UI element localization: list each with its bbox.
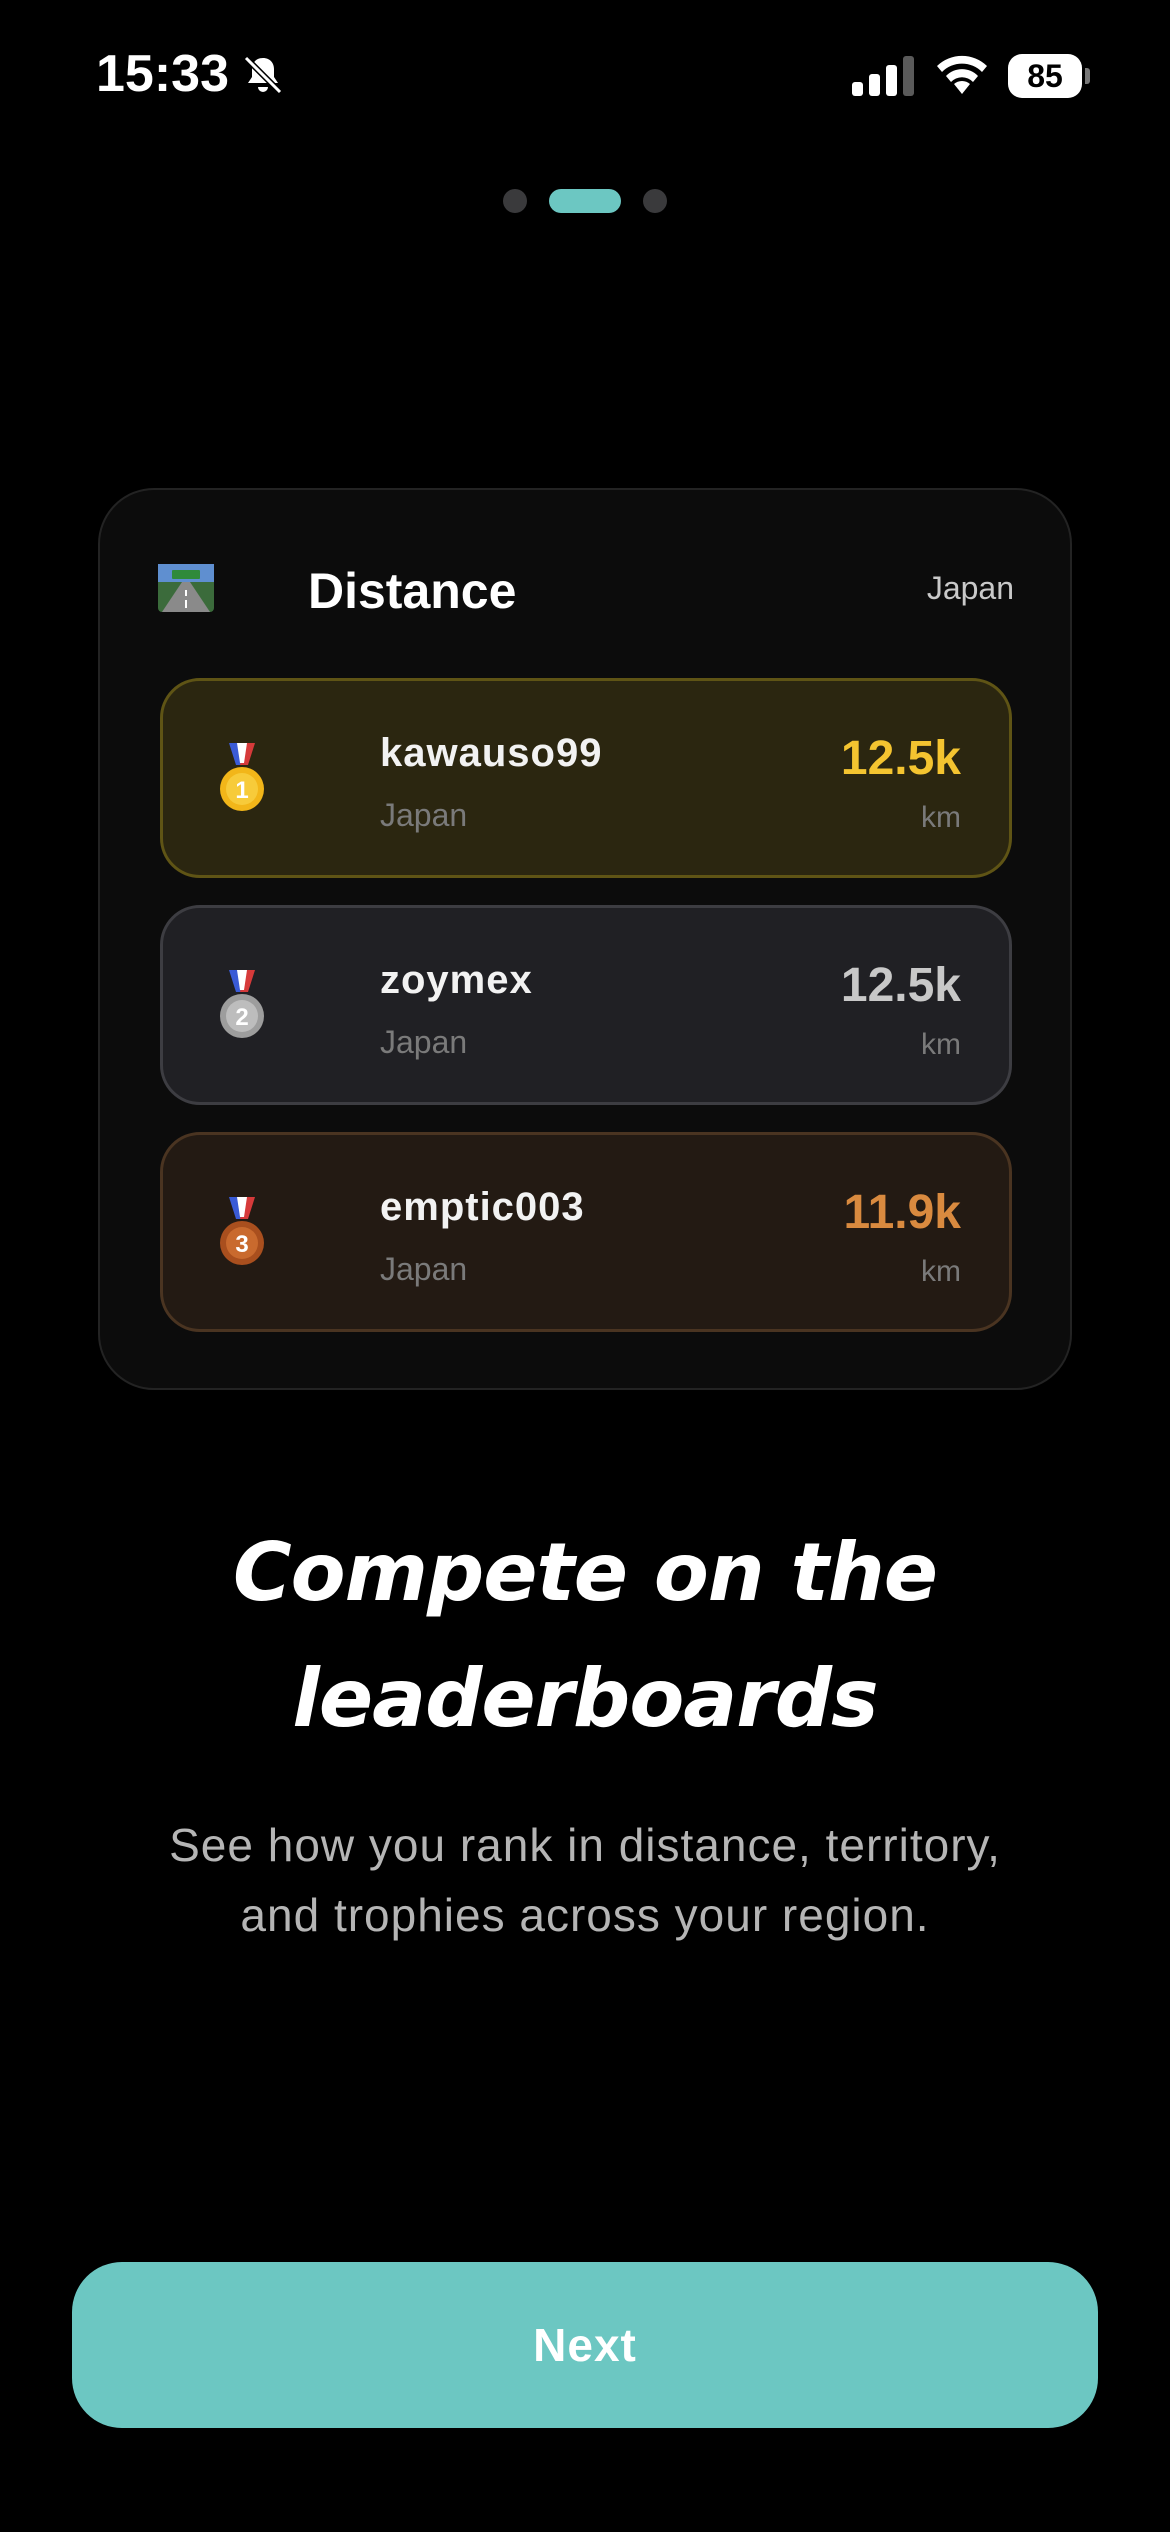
distance-unit: km <box>921 1255 961 1288</box>
page-indicator <box>0 188 1170 214</box>
page-dot-1[interactable] <box>503 189 527 213</box>
battery-tip <box>1085 68 1090 84</box>
runner-name: zoymex <box>380 958 533 1002</box>
subtitle-line-2: and trophies across your region. <box>240 1889 930 1941</box>
medal-rank-label: 1 <box>235 777 248 804</box>
bronze-medal-icon: 3 <box>220 1197 264 1265</box>
runner-region: Japan <box>380 1024 468 1060</box>
headline-line-2: leaderboards <box>292 1652 878 1745</box>
motorway-icon <box>158 564 214 612</box>
runner-distance: 11.9k <box>843 1186 961 1239</box>
runner-name: kawauso99 <box>380 731 603 775</box>
medal-rank-label: 3 <box>235 1231 248 1258</box>
leaderboard-row: 2 zoymex Japan 12.5k km <box>160 905 1012 1105</box>
leaderboard-title: Distance <box>308 563 517 619</box>
runner-distance: 12.5k <box>840 732 961 785</box>
leaderboard-row: 1 kawauso99 Japan 12.5k km <box>160 678 1012 878</box>
battery-indicator: 85 <box>1008 54 1090 98</box>
runner-region: Japan <box>380 797 468 833</box>
next-button[interactable]: Next <box>72 2262 1098 2428</box>
leaderboard-row: 3 emptic003 Japan 11.9k km <box>160 1132 1012 1332</box>
wifi-icon <box>937 55 987 94</box>
distance-unit: km <box>921 801 961 834</box>
runner-region: Japan <box>380 1251 468 1287</box>
bell-slash-icon <box>243 55 283 95</box>
onboarding-subtitle: See how you rank in distance, territory,… <box>100 1810 1070 1950</box>
battery-level: 85 <box>1008 54 1082 98</box>
status-time: 15:33 <box>96 45 229 103</box>
status-bar: 15:33 85 <box>0 0 1170 160</box>
runner-distance: 12.5k <box>840 959 961 1012</box>
cellular-signal-icon <box>852 56 914 96</box>
runner-name: emptic003 <box>380 1185 585 1229</box>
page-dot-3[interactable] <box>643 189 667 213</box>
distance-unit: km <box>921 1028 961 1061</box>
medal-rank-label: 2 <box>235 1004 248 1031</box>
page-dot-2-active[interactable] <box>549 189 621 213</box>
gold-medal-icon: 1 <box>220 743 264 811</box>
leaderboard-header: Distance Japan <box>158 560 1014 640</box>
silver-medal-icon: 2 <box>220 970 264 1038</box>
onboarding-headline: Compete on the leaderboards <box>0 1510 1170 1762</box>
subtitle-line-1: See how you rank in distance, territory, <box>169 1819 1001 1871</box>
leaderboard-card: Distance Japan 1 kawauso99 Japan 12.5k k… <box>98 488 1072 1390</box>
leaderboard-region: Japan <box>926 570 1014 606</box>
headline-line-1: Compete on the <box>232 1526 938 1619</box>
